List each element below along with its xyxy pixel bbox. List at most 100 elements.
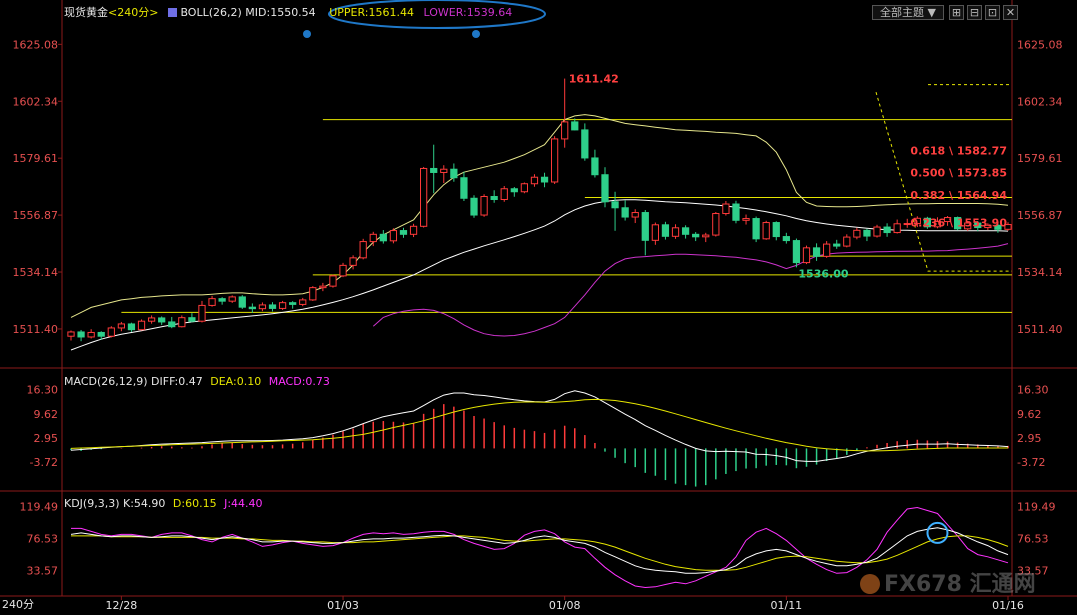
x-tick-label: 12/28 xyxy=(106,599,138,612)
candle-body xyxy=(258,304,267,310)
candle-body xyxy=(722,203,730,215)
chart-header: 现货黄金<240分> BOLL(26,2) MID:1550.54 UPPER:… xyxy=(64,6,512,20)
candle-body xyxy=(661,224,670,237)
y-tick-label-right: 1579.61 xyxy=(1017,152,1063,165)
candle-body xyxy=(863,229,871,237)
boll-mid: MID:1550.54 xyxy=(245,6,316,19)
candle-body xyxy=(319,285,327,289)
candle-body xyxy=(278,302,287,309)
macd-dea: DEA:0.10 xyxy=(210,375,262,388)
x-tick-label: 01/03 xyxy=(327,599,359,612)
y-tick-label-left: 1511.40 xyxy=(13,323,59,336)
macd-diff: DIFF:0.47 xyxy=(151,375,203,388)
candle-body xyxy=(752,218,760,240)
candle-body xyxy=(812,247,821,257)
candle-body xyxy=(681,227,690,235)
marker-dot xyxy=(303,30,311,38)
candle-body xyxy=(147,317,156,322)
candle-body xyxy=(87,331,95,338)
candle-body xyxy=(712,213,720,236)
candle-body xyxy=(893,223,901,234)
candle-body xyxy=(137,320,146,331)
candle-body xyxy=(289,302,297,305)
macd-y-tick-right: 9.62 xyxy=(1017,408,1042,421)
watermark-logo-icon xyxy=(860,574,880,594)
y-tick-label-right: 1511.40 xyxy=(1017,323,1063,336)
candle-body xyxy=(208,298,216,306)
candle-body xyxy=(399,230,408,235)
boll-icon xyxy=(167,8,177,17)
candle-body xyxy=(802,247,811,264)
add-chart-button[interactable]: ⊞ xyxy=(949,5,964,20)
watermark-text: FX678 汇通网 xyxy=(884,572,1036,597)
candle-body xyxy=(470,197,478,216)
boll-lower-line xyxy=(372,243,1009,337)
candle-body xyxy=(450,168,458,179)
macd-y-tick-left: 16.30 xyxy=(27,384,59,397)
candle-body xyxy=(490,196,498,201)
y-tick-label-left: 1579.61 xyxy=(13,152,59,165)
macd-y-tick-right: -3.72 xyxy=(1017,456,1045,469)
candle-body xyxy=(671,227,680,237)
candle-body xyxy=(158,317,166,323)
candle-body xyxy=(601,174,609,203)
boll-lower: LOWER:1539.64 xyxy=(423,6,513,19)
candle-body xyxy=(389,230,398,242)
candle-body xyxy=(591,157,599,176)
chart-canvas: 1625.08 1625.08 1602.34 1602.34 1579.61 1579.… xyxy=(0,0,1077,612)
boll-upper: UPPER:1561.44 xyxy=(329,6,414,19)
y-tick-label-right: 1625.08 xyxy=(1017,38,1063,51)
instrument-label: 现货黄金 xyxy=(64,6,108,19)
candle-body xyxy=(440,168,448,173)
kdj-j: J:44.40 xyxy=(224,497,263,510)
macd-header: MACD(26,12,9) DIFF:0.47 DEA:0.10 MACD:0.… xyxy=(64,375,330,389)
candle-body xyxy=(621,207,629,218)
candle-body xyxy=(359,241,367,259)
macd-value: MACD:0.73 xyxy=(268,375,330,388)
candle-body xyxy=(268,304,277,309)
candle-body xyxy=(540,176,549,183)
candle-body xyxy=(883,226,891,234)
period-footer[interactable]: 240分 xyxy=(2,598,34,612)
minimize-chart-button[interactable]: ⊟ xyxy=(967,5,982,20)
candle-body xyxy=(309,287,317,301)
candle-body xyxy=(692,233,700,238)
candle-body xyxy=(369,233,377,243)
candle-body xyxy=(420,167,428,227)
candle-body xyxy=(339,264,347,277)
theme-select-label: 全部主题 xyxy=(880,6,925,19)
candle-body xyxy=(168,321,176,328)
candle-body xyxy=(238,296,246,308)
candle-body xyxy=(581,129,589,159)
candle-body xyxy=(651,224,659,241)
fibonacci-level-label: 0.382 \ 1564.94 xyxy=(910,189,1007,202)
candle-body xyxy=(67,331,75,337)
boll-name: BOLL(26,2) xyxy=(180,6,242,19)
fibonacci-level-label: 0.236 \ 1553.90 xyxy=(910,217,1007,230)
candle-body xyxy=(379,233,387,242)
macd-name: MACD(26,12,9) xyxy=(64,375,148,388)
x-tick-label: 01/11 xyxy=(770,599,802,612)
macd-dea-line xyxy=(70,398,1008,452)
kdj-y-tick-left: 33.57 xyxy=(27,565,59,578)
candle-body xyxy=(792,240,801,264)
macd-y-tick-left: -3.72 xyxy=(30,456,58,469)
x-tick-label: 01/16 xyxy=(992,599,1024,612)
close-chart-button[interactable]: ✕ xyxy=(1003,5,1018,20)
candle-body xyxy=(349,257,357,266)
candle-body xyxy=(903,223,911,226)
candle-body xyxy=(873,226,881,237)
candle-body xyxy=(299,299,307,305)
kdj-y-tick-right: 119.49 xyxy=(1017,500,1056,513)
period-label[interactable]: <240分> xyxy=(108,6,158,19)
y-tick-label-right: 1556.87 xyxy=(1017,209,1063,222)
candle-body xyxy=(97,331,105,337)
fibonacci-level-label: 0.618 \ 1582.77 xyxy=(910,144,1007,157)
candle-body xyxy=(218,298,226,302)
candle-body xyxy=(430,167,438,173)
candle-body xyxy=(833,243,841,247)
candle-body xyxy=(178,317,186,328)
fibonacci-trend-line xyxy=(875,91,1012,272)
theme-select[interactable]: 全部主题 ▼ xyxy=(872,5,944,20)
maximize-chart-button[interactable]: ⊡ xyxy=(985,5,1000,20)
